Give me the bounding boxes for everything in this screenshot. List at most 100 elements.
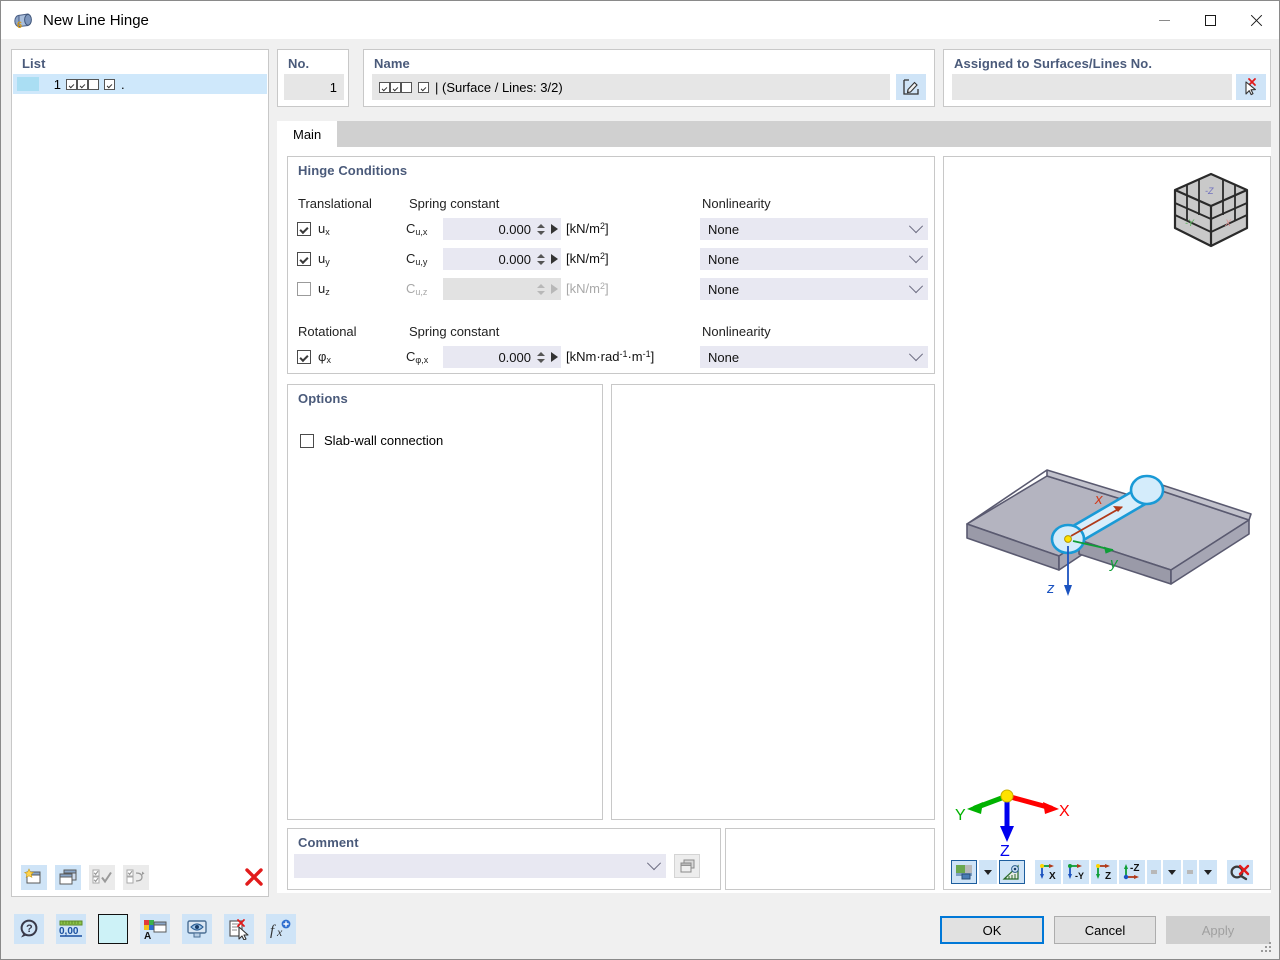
comment-library-button[interactable] [674, 854, 700, 878]
symbol-cuz: Cu,z [406, 281, 428, 297]
list-rows[interactable]: 1 . [13, 74, 267, 858]
svg-text:-Y: -Y [1185, 218, 1195, 228]
checkbox-phix[interactable] [297, 350, 311, 364]
comment-right-panel [725, 828, 935, 890]
nonlinearity-phix-value: None [708, 349, 740, 365]
checkbox-uy[interactable] [297, 252, 311, 266]
formula-button[interactable]: f x [266, 914, 296, 944]
line-hinge-model-graphic: x y z [947, 428, 1269, 608]
assigned-title: Assigned to Surfaces/Lines No. [954, 56, 1153, 71]
hinge-color-swatch[interactable] [17, 77, 39, 91]
svg-text:Y: Y [955, 807, 966, 824]
clear-selection-button[interactable] [224, 914, 254, 944]
number-title: No. [288, 56, 310, 71]
visibility-button[interactable] [182, 914, 212, 944]
checkbox-uz[interactable] [297, 282, 311, 296]
svg-text:6: 6 [17, 20, 22, 30]
svg-text:X: X [1059, 803, 1070, 820]
display-options-dropdown[interactable] [1199, 860, 1217, 884]
pick-surfaces-lines-button[interactable] [1236, 74, 1266, 100]
checkbox-slab-wall-connection[interactable] [300, 433, 314, 448]
svg-text:z: z [1046, 580, 1055, 597]
svg-text:A: A [144, 931, 151, 940]
view-z-button[interactable]: Z [1091, 860, 1117, 884]
nonlinearity-uz-value: None [708, 281, 740, 297]
reset-view-button[interactable] [1227, 860, 1253, 884]
spring-constant-phix-more-button[interactable] [547, 352, 561, 362]
tab-main[interactable]: Main [277, 121, 338, 147]
spring-constant-ux-input[interactable]: 0.000 [443, 218, 561, 240]
display-options-button[interactable] [1183, 860, 1197, 884]
minimize-button[interactable] [1141, 1, 1187, 39]
symbol-cphix: Cφ,x [406, 349, 429, 365]
spinner-phix[interactable] [535, 348, 547, 366]
svg-text:-Z: -Z [1130, 863, 1139, 874]
units-decimal-places-button[interactable]: 0,00 [56, 914, 86, 944]
color-swatch-button[interactable] [98, 914, 128, 944]
measure-button[interactable] [999, 860, 1025, 884]
view-options-dropdown[interactable] [1163, 860, 1181, 884]
number-field[interactable]: 1 [284, 74, 344, 100]
name-panel: Name | (Surface / Lines: 3/2) [363, 49, 935, 107]
view-toolbar: X -Y Z -Z [945, 856, 1269, 888]
list-toolbar [13, 859, 267, 895]
nonlinearity-ux-select[interactable]: None [700, 218, 928, 240]
delete-hinge-button[interactable] [241, 865, 267, 890]
ok-button[interactable]: OK [940, 916, 1044, 944]
minimize-icon [1158, 19, 1170, 21]
label-phix: φx [318, 349, 331, 365]
resize-grip[interactable] [1261, 942, 1273, 954]
view-neg-y-button[interactable]: -Y [1063, 860, 1089, 884]
comment-input[interactable] [294, 854, 666, 878]
header-spring-constant-translational: Spring constant [409, 196, 500, 211]
assigned-field[interactable] [952, 74, 1232, 100]
unit-ux: [kN/m2] [566, 221, 609, 236]
name-field[interactable]: | (Surface / Lines: 3/2) [372, 74, 890, 100]
header-nonlinearity-translational: Nonlinearity [702, 196, 771, 211]
list-item[interactable]: 1 . [13, 74, 267, 94]
list-item-checks [66, 78, 115, 90]
name-check-uy-icon [390, 81, 401, 93]
unit-uy: [kN/m2] [566, 251, 609, 266]
svg-text:x: x [276, 925, 283, 939]
close-button[interactable] [1233, 1, 1279, 39]
model-view-canvas[interactable]: -Z -Y X x y z X Y Z [945, 158, 1269, 856]
view-iso-z-button[interactable]: -Z [1119, 860, 1145, 884]
check-uz-icon [88, 78, 99, 90]
nonlinearity-uy-select[interactable]: None [700, 248, 928, 270]
spinner-uy[interactable] [535, 250, 547, 268]
svg-text:-Y: -Y [1075, 871, 1084, 881]
edit-name-button[interactable] [896, 74, 926, 100]
chevron-down-icon [904, 219, 928, 234]
view-options-button[interactable] [1147, 860, 1161, 884]
nonlinearity-phix-select[interactable]: None [700, 346, 928, 368]
slab-wall-connection-row[interactable]: Slab-wall connection [300, 433, 443, 448]
nonlinearity-uz-select[interactable]: None [700, 278, 928, 300]
spring-constant-phix-input[interactable]: 0.000 [443, 346, 561, 368]
spring-constant-uy-input[interactable]: 0.000 [443, 248, 561, 270]
view-x-button[interactable]: X [1035, 860, 1061, 884]
global-axis-indicator: X Y Z [955, 778, 1075, 856]
render-mode-dropdown[interactable] [979, 860, 997, 884]
help-button[interactable]: ? [14, 914, 44, 944]
bottom-toolbar: ? 0,00 A f x [14, 914, 296, 944]
display-properties-button[interactable]: A [140, 914, 170, 944]
options-title: Options [298, 391, 348, 406]
checkbox-ux[interactable] [297, 222, 311, 236]
spring-constant-uy-more-button[interactable] [547, 254, 561, 264]
cancel-button[interactable]: Cancel [1054, 916, 1156, 944]
spinner-ux[interactable] [535, 220, 547, 238]
header-rotational: Rotational [298, 324, 357, 339]
svg-text:-Z: -Z [1205, 186, 1214, 196]
svg-text:x: x [1094, 491, 1103, 508]
svg-text:f: f [270, 923, 276, 939]
name-check-phix-icon [418, 81, 429, 93]
render-mode-button[interactable] [951, 860, 977, 884]
maximize-button[interactable] [1187, 1, 1233, 39]
comment-title: Comment [298, 835, 359, 850]
new-hinge-button[interactable] [21, 864, 47, 890]
copy-hinge-button[interactable] [55, 864, 81, 890]
spring-constant-ux-more-button[interactable] [547, 224, 561, 234]
svg-text:?: ? [26, 923, 33, 935]
view-cube-icon[interactable]: -Z -Y X [1167, 168, 1255, 260]
